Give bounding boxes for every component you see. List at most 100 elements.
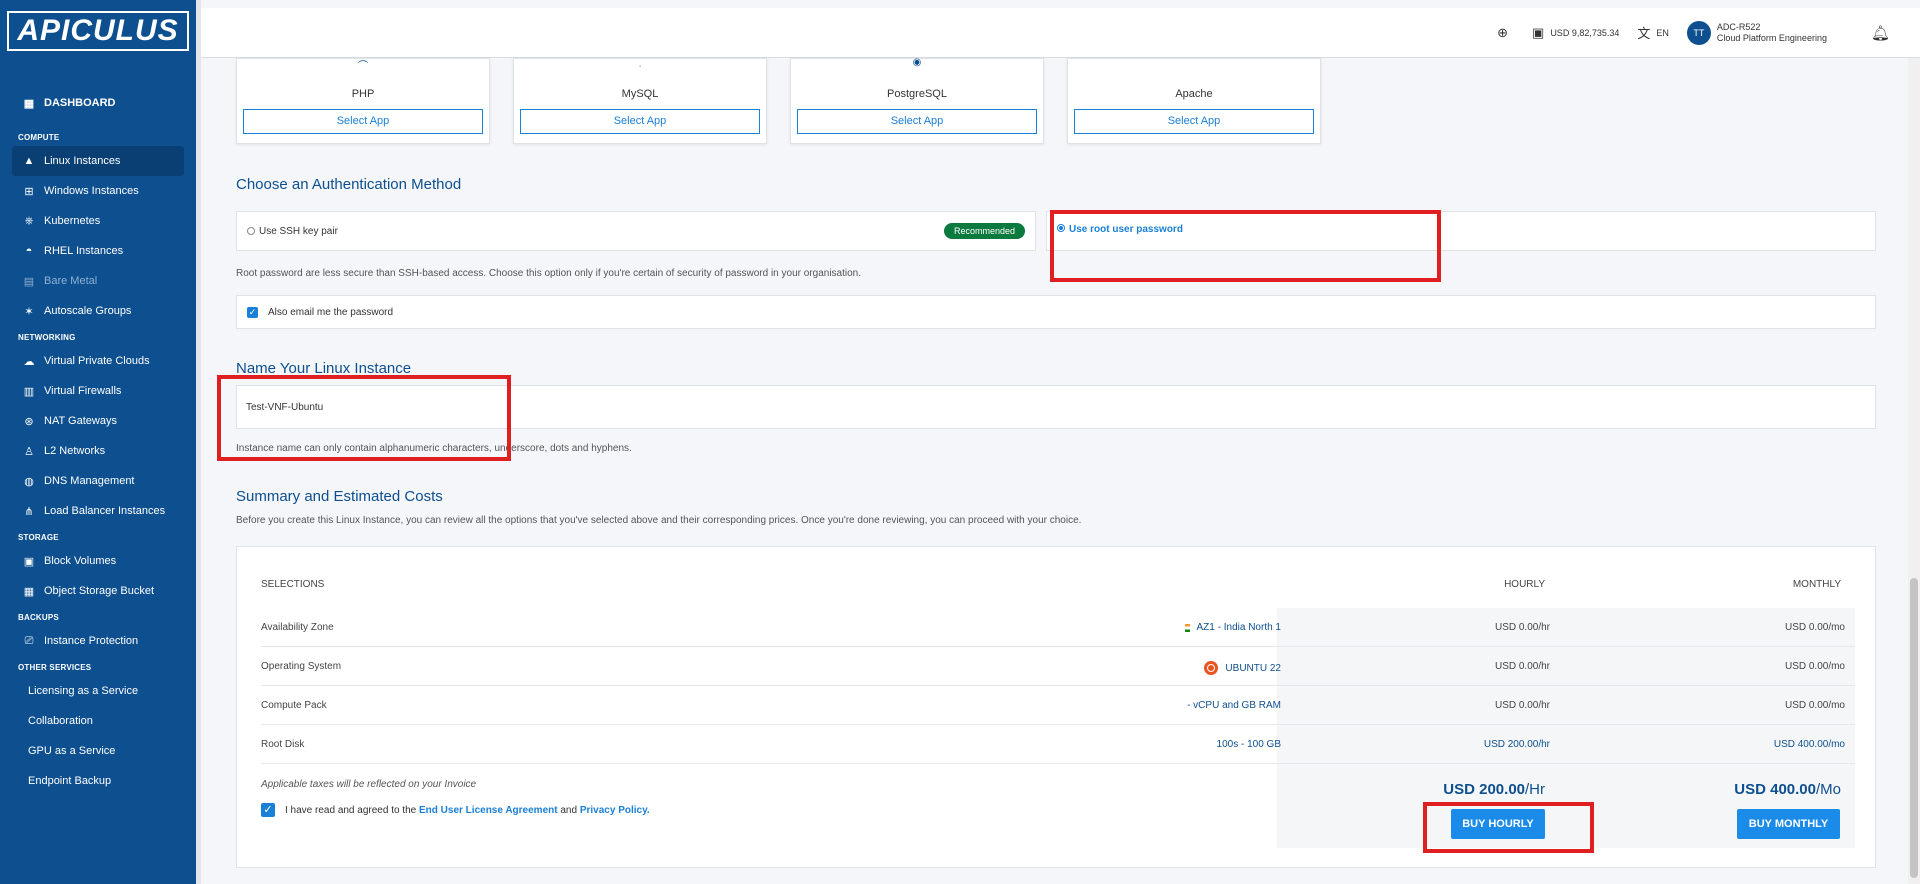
scrollbar-thumb[interactable] [1910, 578, 1918, 878]
sidebar-item-collab[interactable]: Collaboration [0, 706, 196, 736]
bell-icon[interactable]: 🔔︎ [1871, 24, 1890, 42]
ssh-radio[interactable] [247, 227, 255, 235]
row-value: UBUNTU 22 [1204, 661, 1281, 675]
sidebar-item-label: Bare Metal [44, 275, 98, 287]
ssh-key-option[interactable]: Use SSH key pair Recommended [236, 211, 1036, 251]
agree-and: and [560, 804, 578, 816]
eula-link[interactable]: End User License Agreement [419, 805, 558, 816]
highlight-instance-name [217, 375, 511, 461]
col-selections: SELECTIONS [261, 579, 325, 590]
app-name: Apache [1175, 88, 1213, 100]
summary-row-compute: Compute Pack - vCPU and GB RAM USD 0.00/… [261, 686, 1855, 725]
sidebar-item-dashboard[interactable]: ▦ DASHBOARD [0, 88, 196, 118]
sidebar-item-protection[interactable]: ⎚ Instance Protection [0, 626, 196, 656]
sidebar-item-dns[interactable]: ◍ DNS Management [0, 466, 196, 496]
summary-description: Before you create this Linux Instance, y… [236, 515, 1082, 526]
sidebar-item-label: NAT Gateways [44, 415, 117, 427]
total-hourly-amount: USD 200.00 [1443, 781, 1525, 798]
load-balancer-icon: ⋔ [24, 505, 34, 518]
recommended-badge: Recommended [943, 223, 1025, 239]
sidebar-item-windows[interactable]: ⊞ Windows Instances [0, 176, 196, 206]
language-selector[interactable]: 文 EN [1637, 23, 1669, 42]
mysql-logo-icon: ˌ [638, 57, 642, 68]
email-option-label: Also email me the password [268, 306, 394, 318]
sidebar-item-label: DASHBOARD [44, 97, 116, 109]
app-cards: ⌒ PHP Select App ˌ MySQL Select App ◉ Po… [236, 57, 1344, 144]
row-label: Operating System [261, 661, 342, 672]
select-app-button[interactable]: Select App [1074, 109, 1314, 134]
sidebar-item-linux[interactable]: ▲ Linux Instances [12, 146, 184, 176]
sidebar-item-label: Kubernetes [44, 215, 101, 227]
root-password-warning: Root password are less secure than SSH-b… [236, 268, 862, 279]
dashboard-icon: ▦ [23, 97, 35, 110]
summary-row-zone: Availability Zone AZ1 - India North 1 US… [261, 608, 1855, 647]
section-storage: STORAGE [18, 533, 59, 542]
avatar: TT [1686, 20, 1711, 45]
buy-monthly-button[interactable]: BUY MONTHLY [1737, 809, 1840, 839]
select-app-button[interactable]: Select App [243, 109, 483, 134]
total-monthly: USD 400.00/Mo [1734, 781, 1841, 798]
section-backups: BACKUPS [18, 613, 59, 622]
sidebar-item-object[interactable]: ▦ Object Storage Bucket [0, 576, 196, 606]
org-code: ADC-R522 [1716, 21, 1761, 32]
india-flag-icon [1184, 623, 1190, 632]
user-menu[interactable]: TT ADC-R522 Cloud Platform Engineering [1686, 20, 1827, 45]
row-value: AZ1 - India North 1 [1184, 622, 1281, 633]
sidebar-item-gpu[interactable]: GPU as a Service [0, 736, 196, 766]
sidebar-item-nat[interactable]: ⊛ NAT Gateways [0, 406, 196, 436]
privacy-link[interactable]: Privacy Policy. [580, 805, 650, 816]
select-app-button[interactable]: Select App [520, 109, 760, 134]
sidebar-item-kubernetes[interactable]: ⎈ Kubernetes [0, 206, 196, 236]
app-name: MySQL [621, 88, 659, 100]
language-text: EN [1656, 27, 1669, 38]
email-password-option[interactable]: ✓ Also email me the password [236, 295, 1876, 329]
col-monthly: MONTHLY [1792, 579, 1841, 590]
support-button[interactable]: ⊕ [1497, 25, 1514, 41]
wallet-icon: ▣ [1532, 24, 1545, 40]
autoscale-icon: ✶ [24, 305, 34, 318]
sidebar-item-label: Windows Instances [44, 185, 139, 197]
firewall-icon: ▥ [23, 385, 35, 398]
sidebar-item-label: Block Volumes [44, 555, 117, 567]
top-bar: ⊕ ▣ USD 9,82,735.34 文 EN TT ADC-R522 Clo… [201, 8, 1920, 58]
sidebar-item-licensing[interactable]: Licensing as a Service [0, 676, 196, 706]
sidebar-item-label: Linux Instances [44, 155, 121, 167]
sidebar-item-firewalls[interactable]: ▥ Virtual Firewalls [0, 376, 196, 406]
sidebar-item-label: GPU as a Service [28, 745, 116, 757]
row-monthly: USD 0.00/mo [1784, 622, 1845, 633]
sidebar-item-endpoint[interactable]: Endpoint Backup [0, 766, 196, 796]
row-monthly: USD 400.00/mo [1773, 739, 1845, 750]
section-compute: COMPUTE [18, 133, 60, 142]
select-app-button[interactable]: Select App [797, 109, 1037, 134]
row-hourly: USD 200.00/hr [1483, 739, 1550, 750]
sidebar-item-rhel[interactable]: ◓ RHEL Instances [0, 236, 196, 266]
sidebar-scrollbar[interactable] [196, 0, 201, 884]
sidebar-item-lb[interactable]: ⋔ Load Balancer Instances [0, 496, 196, 526]
kubernetes-icon: ⎈ [24, 214, 34, 227]
logo[interactable]: APICULUS [0, 0, 196, 58]
agree-checkbox[interactable]: ✓ [261, 803, 275, 817]
row-monthly: USD 0.00/mo [1784, 661, 1845, 672]
sidebar-item-label: Endpoint Backup [28, 775, 112, 787]
sidebar-item-autoscale[interactable]: ✶ Autoscale Groups [0, 296, 196, 326]
globe-icon: ◍ [24, 475, 34, 488]
total-monthly-unit: /Mo [1815, 781, 1841, 798]
sidebar-item-vpc[interactable]: ☁ Virtual Private Clouds [0, 346, 196, 376]
network-icon: ♙ [24, 445, 34, 458]
sidebar-item-l2[interactable]: ♙ L2 Networks [0, 436, 196, 466]
bucket-icon: ▦ [23, 585, 35, 598]
sidebar-item-bare-metal[interactable]: ▤ Bare Metal [0, 266, 196, 296]
sidebar-item-label: Licensing as a Service [28, 685, 139, 697]
logo-text: APICULUS [7, 11, 189, 51]
org-name: Cloud Platform Engineering [1716, 32, 1827, 43]
summary-title: Summary and Estimated Costs [236, 488, 443, 505]
email-checkbox[interactable]: ✓ [247, 306, 258, 318]
wallet-balance[interactable]: ▣ USD 9,82,735.34 [1532, 25, 1619, 41]
linux-icon: ▲ [23, 155, 35, 167]
sidebar-item-block[interactable]: ▣ Block Volumes [0, 546, 196, 576]
highlight-root-password [1050, 210, 1441, 282]
row-hourly: USD 0.00/hr [1494, 661, 1550, 672]
page-scrollbar[interactable] [1908, 58, 1920, 884]
app-name: PostgreSQL [887, 88, 947, 100]
section-other: OTHER SERVICES [18, 663, 92, 672]
